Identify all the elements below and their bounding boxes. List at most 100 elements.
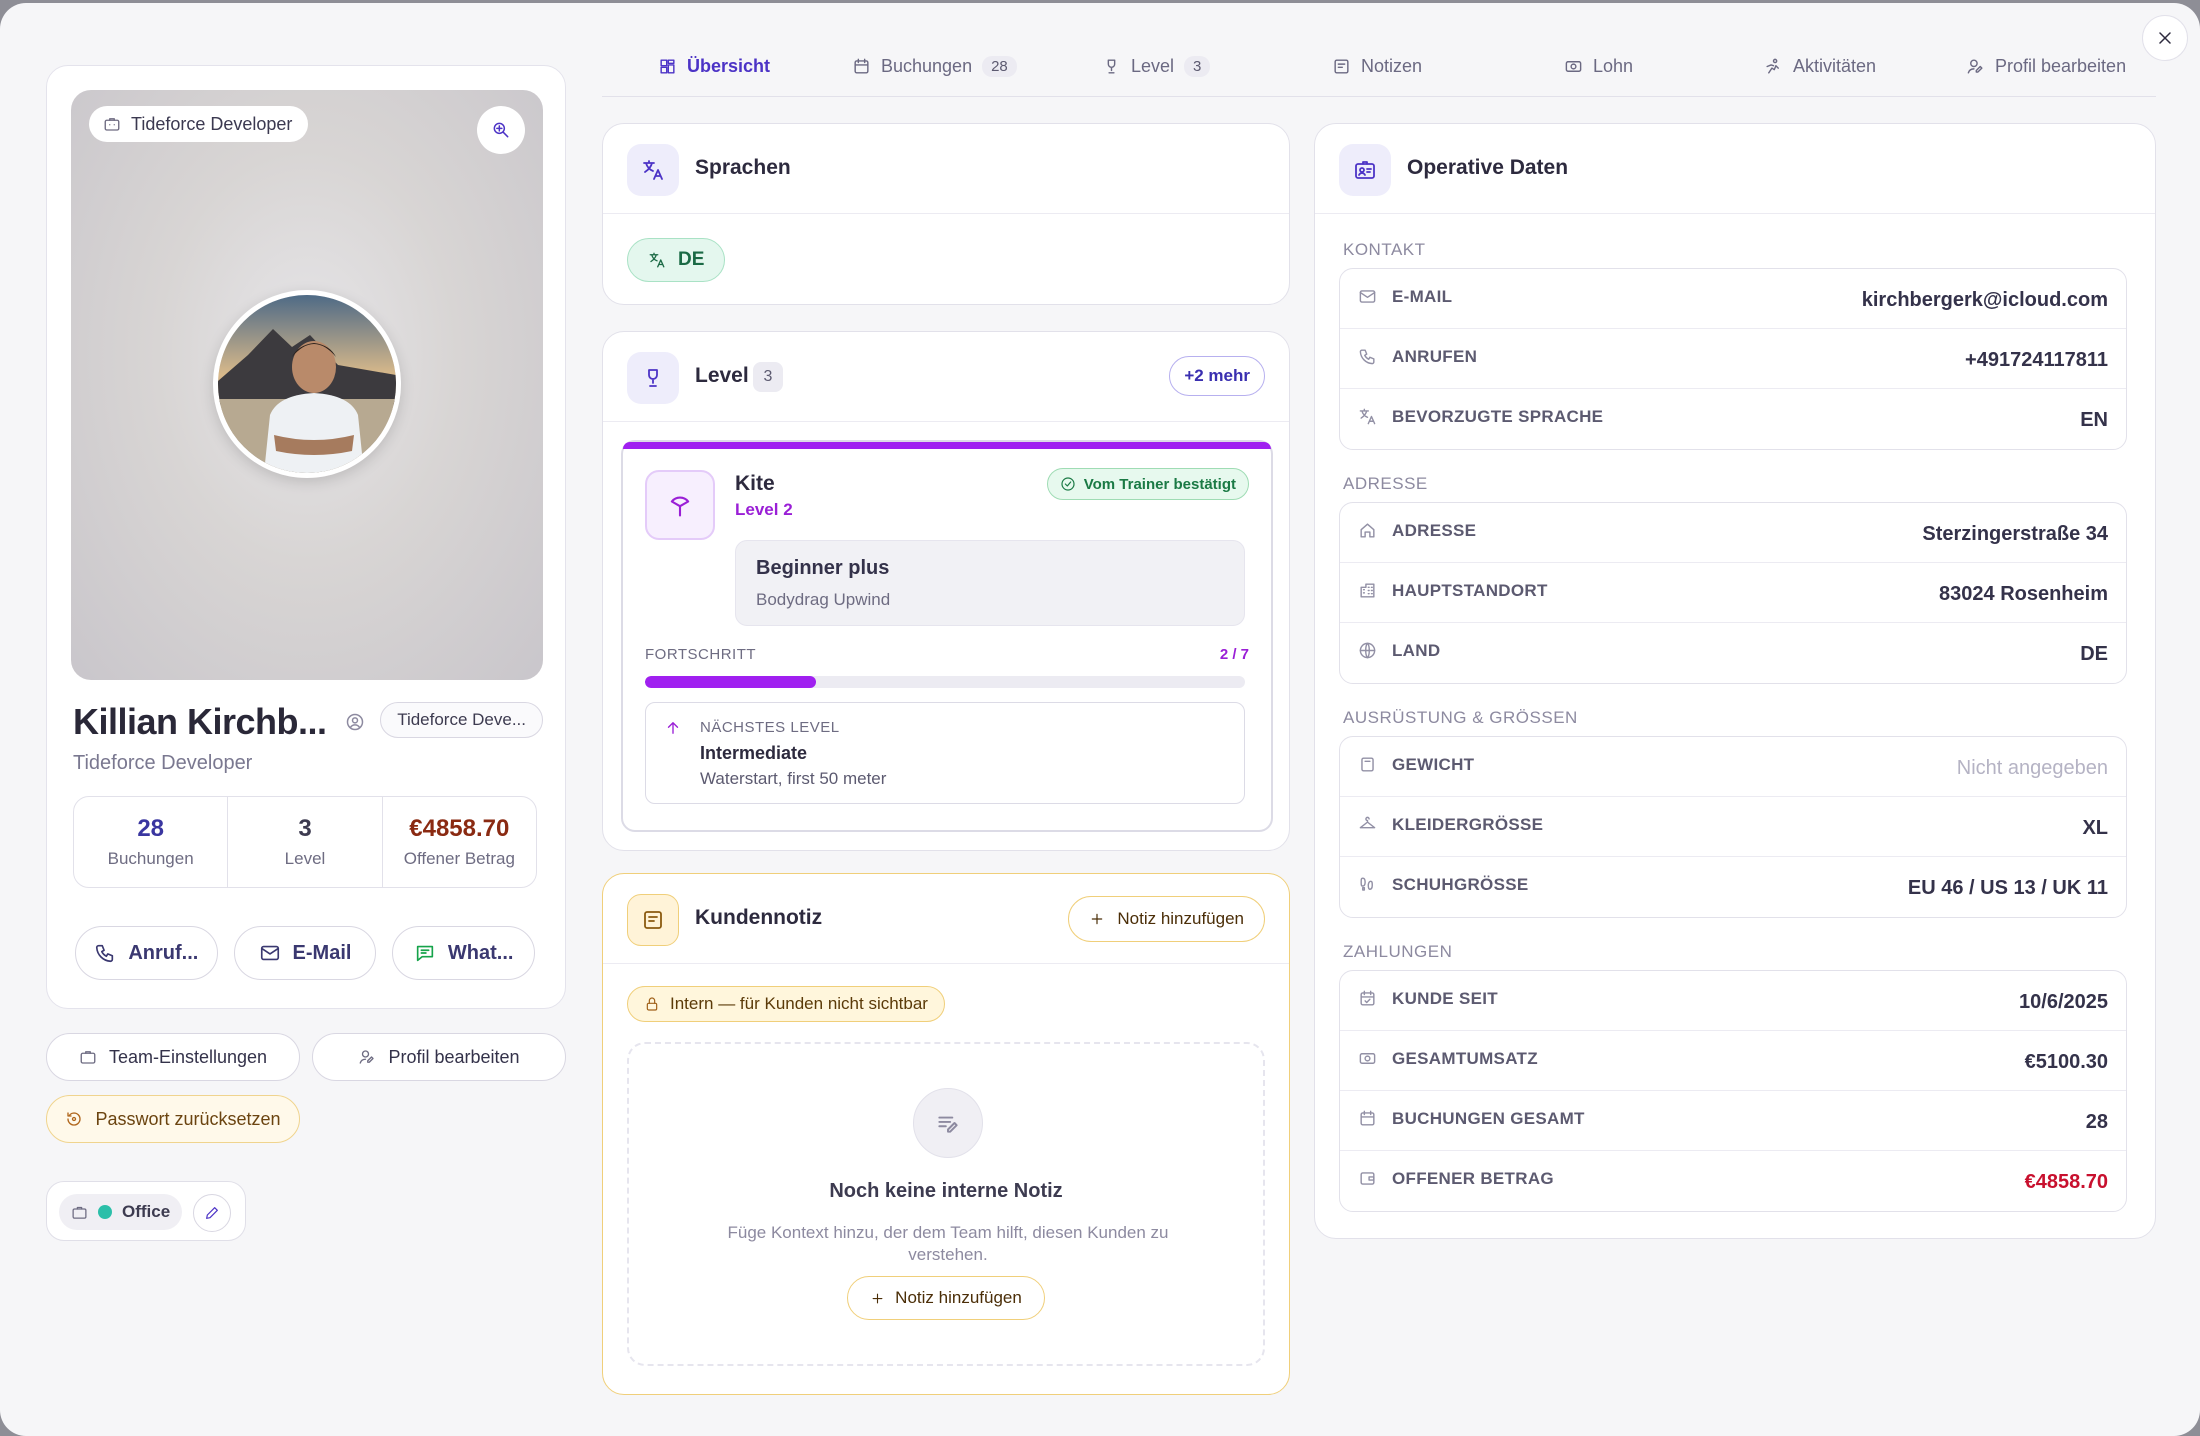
tab-level[interactable]: Level 3	[1102, 51, 1211, 81]
row-label: KUNDE SEIT	[1392, 989, 1498, 1008]
progress-bar	[645, 676, 1245, 688]
hanger-icon	[1358, 815, 1377, 834]
tab-salary[interactable]: Lohn	[1564, 51, 1633, 81]
group-address: ADRESSE Sterzingerstraße 34 HAUPTSTANDOR…	[1339, 502, 2127, 684]
data-row-total-revenue: GESAMTUMSATZ €5100.30	[1340, 1031, 2126, 1091]
row-label: SCHUHGRÖSSE	[1392, 875, 1529, 894]
tab-overview[interactable]: Übersicht	[658, 51, 770, 81]
trophy-icon	[1107, 58, 1116, 74]
office-card: Office	[46, 1181, 246, 1241]
current-level-title: Beginner plus	[756, 557, 890, 579]
current-level-sub: Bodydrag Upwind	[756, 590, 891, 609]
team-settings-label: Team-Einstellungen	[108, 1046, 268, 1067]
progress-value: 2 / 7	[1219, 646, 1249, 663]
customer-name: Killian Kirchb...	[73, 701, 327, 742]
address-value: Sterzingerstraße 34	[1922, 523, 2108, 545]
empty-note-description: Füge Kontext hinzu, der dem Team hilft, …	[727, 1223, 1169, 1264]
internal-badge: Intern — für Kunden nicht sichtbar	[627, 986, 945, 1022]
empty-note-title: Noch keine interne Notiz	[829, 1180, 1063, 1202]
tab-label: Aktivitäten	[1793, 55, 1877, 76]
email-button-label: E-Mail	[292, 941, 352, 964]
customer-modal: Tideforce Developer Killian Kirchb... Ti…	[0, 3, 2200, 1436]
group-contact: E-MAIL kirchbergerk@icloud.com ANRUFEN +…	[1339, 268, 2127, 450]
tab-label: Lohn	[1593, 55, 1634, 76]
contact-buttons: Anruf... E-Mail What...	[75, 926, 536, 980]
open-amount-value: €4858.70	[2024, 1171, 2108, 1193]
internal-badge-label: Intern — für Kunden nicht sichtbar	[670, 994, 928, 1013]
languages-card: Sprachen DE	[602, 123, 1290, 305]
whatsapp-button[interactable]: What...	[392, 926, 536, 980]
row-label: KLEIDERGRÖSSE	[1392, 815, 1544, 834]
row-label: GEWICHT	[1392, 755, 1475, 774]
row-label: LAND	[1392, 641, 1441, 660]
row-label: BUCHUNGEN GESAMT	[1392, 1109, 1585, 1128]
email-button[interactable]: E-Mail	[233, 926, 377, 980]
card-header: Sprachen	[603, 124, 1289, 214]
card-header: Operative Daten	[1315, 124, 2155, 214]
office-tag: Office	[59, 1194, 183, 1230]
group-title-payments: ZAHLUNGEN	[1343, 942, 1453, 961]
stat-level: 3 Level	[228, 797, 383, 887]
chat-icon	[416, 945, 434, 962]
data-row-open-amount: OFFENER BETRAG €4858.70	[1340, 1151, 2126, 1211]
more-levels-button[interactable]: +2 mehr	[1169, 356, 1265, 396]
status-dot	[98, 1205, 112, 1219]
tab-bookings[interactable]: Buchungen 28	[852, 51, 1017, 81]
activity-icon	[1766, 58, 1779, 74]
mail-icon	[1358, 287, 1377, 306]
group-title-contact: KONTAKT	[1343, 240, 1426, 259]
total-bookings-value: 28	[2085, 1111, 2108, 1133]
call-button[interactable]: Anruf...	[75, 926, 218, 980]
team-settings-button[interactable]: Team-Einstellungen	[46, 1033, 300, 1081]
data-row-total-bookings: BUCHUNGEN GESAMT 28	[1340, 1091, 2126, 1151]
tab-count: 28	[982, 55, 1017, 77]
row-label: BEVORZUGTE SPRACHE	[1392, 407, 1604, 426]
phone-value[interactable]: +491724117811	[1965, 349, 2108, 372]
stat-value: 28	[137, 815, 165, 842]
whatsapp-button-label: What...	[447, 941, 514, 964]
tab-label: Level	[1131, 55, 1175, 76]
close-icon	[2159, 32, 2171, 44]
tab-notes[interactable]: Notizen	[1332, 51, 1422, 81]
email-value[interactable]: kirchbergerk@icloud.com	[1862, 289, 2108, 312]
tab-label: Notizen	[1361, 55, 1423, 76]
briefcase-icon	[104, 118, 120, 131]
stat-value: €4858.70	[409, 815, 510, 842]
level-card: Level 3 +2 mehr Kite Level 2 Vom Trainer…	[602, 331, 1290, 851]
skill-card-kite[interactable]: Kite Level 2 Vom Trainer bestätigt Begin…	[621, 440, 1273, 832]
progress-label: FORTSCHRITT	[645, 646, 757, 663]
data-row-location: HAUPTSTANDORT 83024 Rosenheim	[1340, 563, 2126, 623]
stat-value: 3	[298, 815, 312, 842]
edit-profile-button[interactable]: Profil bearbeiten	[312, 1033, 566, 1081]
tab-activities[interactable]: Aktivitäten	[1764, 51, 1876, 81]
total-revenue-value: €5100.30	[2024, 1051, 2108, 1073]
empty-add-note-label: Notiz hinzufügen	[895, 1288, 1022, 1307]
reset-password-button[interactable]: Passwort zurücksetzen	[46, 1095, 300, 1143]
add-note-button[interactable]: Notiz hinzufügen	[1068, 896, 1265, 942]
stat-label: Offener Betrag	[403, 849, 515, 868]
building-icon	[1358, 581, 1377, 600]
zoom-button[interactable]	[477, 106, 525, 154]
avatar[interactable]	[213, 290, 401, 478]
tab-label: Übersicht	[687, 55, 771, 76]
edit-office-button[interactable]	[193, 1194, 231, 1232]
profile-cover: Tideforce Developer	[71, 90, 543, 680]
tab-count: 3	[1184, 55, 1211, 77]
user-edit-icon	[360, 1050, 375, 1064]
reset-password-label: Passwort zurücksetzen	[95, 1108, 281, 1129]
next-level-box: NÄCHSTES LEVEL Intermediate Waterstart, …	[645, 702, 1245, 804]
pencil-icon	[206, 1207, 218, 1219]
reset-icon	[67, 1112, 82, 1126]
row-label: ANRUFEN	[1392, 347, 1478, 366]
plus-icon	[1092, 913, 1103, 925]
tab-edit-profile[interactable]: Profil bearbeiten	[1966, 51, 2126, 81]
stat-open-amount: €4858.70 Offener Betrag	[383, 797, 536, 887]
progress-fill	[645, 676, 817, 688]
tab-bar: Übersicht Buchungen 28 Level 3 Notizen L…	[602, 41, 2156, 97]
card-header: Level 3 +2 mehr	[603, 332, 1289, 422]
row-label: OFFENER BETRAG	[1392, 1169, 1554, 1188]
data-row-address: ADRESSE Sterzingerstraße 34	[1340, 503, 2126, 563]
empty-add-note-button[interactable]: Notiz hinzufügen	[847, 1276, 1045, 1320]
arrow-up-icon	[664, 719, 682, 737]
skill-accent-bar	[623, 442, 1271, 449]
